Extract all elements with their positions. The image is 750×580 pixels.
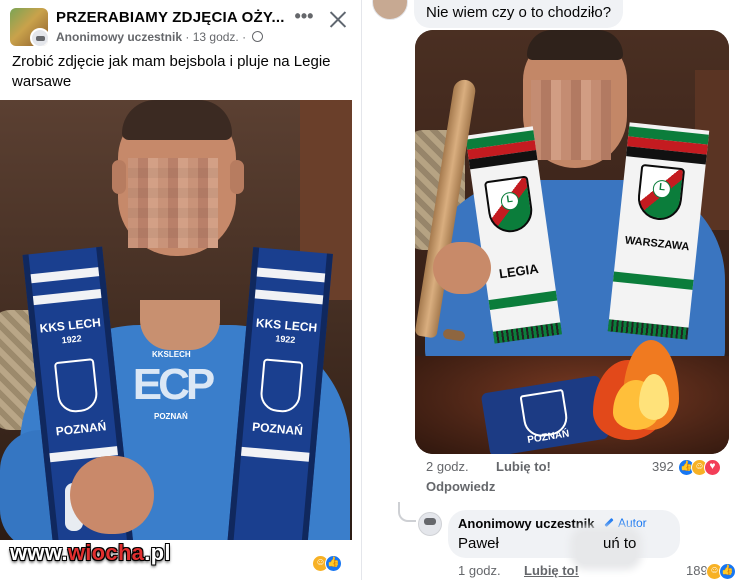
thread-connector (398, 502, 416, 522)
ear (112, 160, 126, 194)
close-icon[interactable] (326, 8, 350, 32)
anonymous-avatar-icon (30, 28, 48, 46)
shirt-logo-small-text: KKSLECH (152, 350, 191, 359)
watermark-suffix: .pl (144, 540, 171, 565)
ear (230, 160, 244, 194)
post-meta: Anonimowy uczestnik · 13 godz. · (56, 30, 264, 44)
reply-reactions[interactable]: ☺ 👍 (706, 563, 742, 580)
reply-like-button[interactable]: Lubię to! (524, 563, 579, 578)
shirt-logo: KKSLECH ECP POZNAŃ (124, 350, 220, 428)
fire (583, 320, 693, 440)
reply-button[interactable]: Odpowiedz (426, 479, 495, 494)
lech-crest-icon (259, 358, 304, 414)
more-options-button[interactable]: ••• (290, 7, 318, 32)
face-pixelation (128, 158, 218, 248)
reply-bubble: Anonimowy uczestnik Autor Paweł uń to (448, 510, 680, 564)
thumbs-up-hand (70, 456, 154, 534)
comment-photo[interactable]: LEGIA WARSZAWA POZNAŃ (415, 30, 729, 454)
neck (140, 300, 220, 350)
reaction-count[interactable]: 392 (652, 459, 674, 474)
meta-separator: · (242, 30, 247, 44)
hair (122, 100, 232, 140)
scarf-text-bottom: POZNAŃ (55, 419, 107, 439)
shirt-logo-bottom-text: POZNAŃ (154, 412, 188, 421)
reply-time[interactable]: 1 godz. (458, 563, 501, 578)
comment-bubble: Nie wiem czy o to chodziło? (414, 0, 624, 28)
globe-icon (252, 31, 264, 42)
like-reaction-icon: 👍 (325, 555, 342, 572)
face-pixelation (531, 80, 611, 160)
love-reaction-icon: ♥ (704, 459, 721, 476)
watermark-middle: wiocha (67, 540, 145, 565)
lech-crest-icon (53, 358, 100, 415)
group-name[interactable]: PRZERABIAMY ZDJĘCIA OŻY... (56, 9, 285, 26)
pencil-icon (604, 517, 614, 528)
scarf-stripe (256, 267, 326, 283)
author-badge: Autor (604, 516, 647, 530)
post-reactions[interactable]: ☺ 👍 (312, 555, 346, 573)
scarf-stripe (32, 289, 102, 306)
reply-actions: 1 godz. Lubię to! 189 (458, 563, 738, 580)
post-text: Zrobić zdjęcie jak mam bejsbola i pluje … (12, 53, 331, 90)
scarf-left-label: LEGIA (498, 260, 540, 282)
scarf-text-bottom: POZNAŃ (251, 419, 304, 439)
legia-crest-icon (483, 175, 536, 236)
legia-crest-icon (635, 163, 686, 223)
post-time[interactable]: 13 godz. (193, 30, 239, 44)
hand-holding-bat (433, 242, 491, 294)
reply-author[interactable]: Anonimowy uczestnik (458, 516, 595, 531)
shirt-logo-text: ECP (132, 360, 215, 409)
reply-text-start: Paweł (458, 535, 499, 552)
watermark-prefix: www. (10, 540, 68, 565)
scarf-right-label: WARSZAWA (624, 234, 690, 254)
scarf-stripe-green (488, 290, 558, 310)
anonymous-avatar-icon[interactable] (418, 512, 442, 536)
post-panel: PRZERABIAMY ZDJĘCIA OŻY... Anonimowy ucz… (0, 0, 362, 580)
comment-reactions[interactable]: 👍 ☺ ♥ (678, 459, 730, 477)
reply-text-end: uń to (603, 535, 637, 552)
scarf-stripe (254, 289, 324, 305)
commenter-avatar[interactable] (372, 0, 408, 20)
author-badge-label: Autor (618, 516, 647, 530)
hair (527, 30, 623, 60)
like-button[interactable]: Lubię to! (496, 459, 551, 474)
meta-separator: · (185, 30, 190, 44)
post-author[interactable]: Anonimowy uczestnik (56, 30, 182, 44)
post-photo[interactable]: KKSLECH ECP POZNAŃ KKS LECH 1922 POZNAŃ … (0, 100, 352, 540)
group-avatar[interactable] (10, 8, 48, 46)
scarf-stripe (30, 267, 100, 284)
scarf-stripe (240, 446, 310, 462)
post-header: PRZERABIAMY ZDJĘCIA OŻY... Anonimowy ucz… (10, 6, 355, 48)
reply-reaction-count[interactable]: 189 (686, 563, 708, 578)
comment-time[interactable]: 2 godz. (426, 459, 469, 474)
scarf-stripe-green (612, 271, 694, 290)
watermark: www.wiocha.pl (10, 540, 171, 566)
comments-panel: Nie wiem czy o to chodziło? LEGIA WARSZA… (372, 0, 750, 580)
like-reaction-icon: 👍 (719, 563, 736, 580)
